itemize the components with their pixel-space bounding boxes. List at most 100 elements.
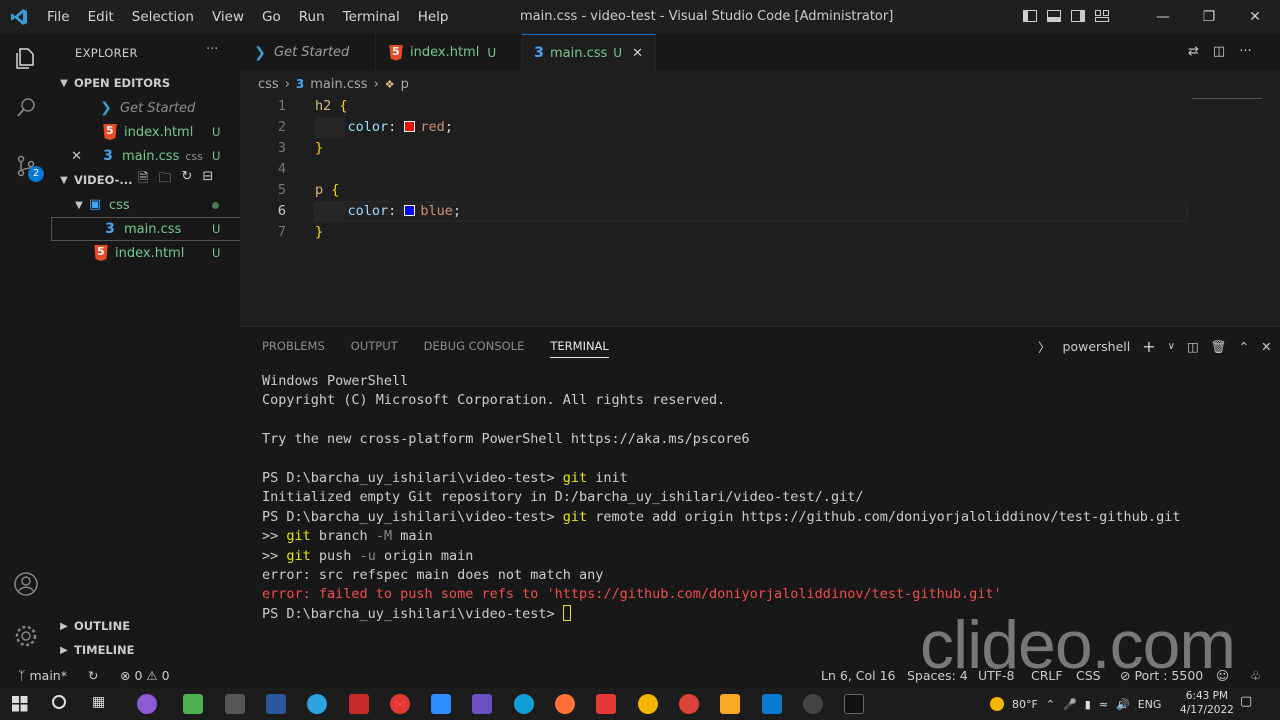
weather-icon[interactable]	[990, 697, 1004, 711]
menu-file[interactable]: File	[38, 9, 79, 25]
toggle-sidebar-icon[interactable]	[1022, 8, 1038, 24]
explorer-icon[interactable]	[10, 42, 42, 74]
language-indicator[interactable]: ENG	[1138, 698, 1162, 711]
code-editor[interactable]: 1 h2 { 2 color: red; 3 } 4 5 p { 6 color…	[240, 96, 1280, 326]
maximize-panel-icon[interactable]: ⌃	[1239, 339, 1249, 354]
breadcrumb-symbol[interactable]: p	[401, 77, 409, 92]
minimap[interactable]	[1192, 98, 1262, 102]
new-file-icon[interactable]: 🗎	[138, 169, 148, 191]
yandex-icon[interactable]	[390, 694, 410, 714]
app-icon[interactable]	[596, 694, 616, 714]
outline-section[interactable]: ▶ OUTLINE	[52, 615, 240, 637]
account-icon[interactable]	[10, 568, 42, 600]
language-mode[interactable]: CSS	[1076, 668, 1101, 683]
word-icon[interactable]	[266, 694, 286, 714]
search-circle-icon[interactable]	[52, 695, 66, 709]
close-icon[interactable]: ✕	[632, 46, 643, 61]
volume-icon[interactable]: 🔊	[1116, 698, 1130, 711]
live-server-port[interactable]: ⊘ Port : 5500	[1120, 668, 1203, 683]
restore-button[interactable]: ❐	[1186, 0, 1232, 34]
telegram-icon[interactable]	[307, 694, 327, 714]
customize-layout-icon[interactable]	[1094, 8, 1110, 24]
wifi-icon[interactable]: ≈	[1099, 698, 1108, 711]
search-icon[interactable]	[10, 92, 42, 124]
chevron-down-icon[interactable]: ∨	[1168, 341, 1175, 352]
chrome-icon[interactable]	[679, 694, 699, 714]
new-terminal-icon[interactable]: +	[1142, 337, 1155, 356]
tree-file-index-html[interactable]: index.html U	[52, 242, 240, 264]
settings-gear-icon[interactable]	[10, 620, 42, 652]
vscode-taskbar-icon[interactable]	[762, 694, 782, 714]
open-editor-item[interactable]: ❯ Get Started	[52, 97, 240, 119]
toggle-secondary-sidebar-icon[interactable]	[1070, 8, 1086, 24]
tab-debug-console[interactable]: DEBUG CONSOLE	[424, 339, 525, 358]
toggle-panel-icon[interactable]	[1046, 8, 1062, 24]
breadcrumb-folder[interactable]: css	[258, 77, 279, 92]
tab-index-html[interactable]: index.html U	[376, 34, 522, 71]
open-editor-item[interactable]: ✕ 3 main.css css U	[52, 145, 240, 167]
terminal-shell-name[interactable]: powershell	[1063, 339, 1131, 354]
color-swatch[interactable]	[404, 121, 416, 132]
close-window-button[interactable]: ✕	[1232, 0, 1278, 34]
timeline-section[interactable]: ▶ TIMELINE	[52, 639, 240, 661]
collapse-all-icon[interactable]: ⊟	[202, 169, 213, 191]
menu-selection[interactable]: Selection	[123, 9, 203, 25]
menu-go[interactable]: Go	[253, 9, 290, 25]
open-editor-item[interactable]: index.html U	[52, 121, 240, 143]
more-actions-icon[interactable]: ···	[1239, 44, 1251, 59]
color-swatch[interactable]	[404, 205, 416, 216]
terminal-app-icon[interactable]	[844, 694, 864, 714]
battery-icon[interactable]: ▮	[1085, 698, 1091, 711]
acrobat-icon[interactable]	[349, 694, 369, 714]
trash-icon[interactable]: 🗑	[1211, 339, 1227, 355]
camera-app-icon[interactable]	[225, 694, 245, 714]
weather-temp[interactable]: 80°F	[1012, 698, 1038, 711]
app-icon[interactable]	[183, 694, 203, 714]
open-editors-section[interactable]: ▼ OPEN EDITORS	[52, 72, 240, 94]
task-view-icon[interactable]: ▦	[92, 694, 105, 710]
close-panel-icon[interactable]: ✕	[1261, 339, 1271, 354]
workspace-folder-section[interactable]: ▼ VIDEO-... 🗎 🗀 ↻ ⊟	[52, 169, 240, 191]
cursor-position[interactable]: Ln 6, Col 16	[821, 668, 896, 683]
firefox-icon[interactable]	[555, 694, 575, 714]
windows-start-icon[interactable]	[12, 696, 28, 712]
tab-main-css[interactable]: 3 main.css U ✕	[522, 34, 656, 71]
edge-icon[interactable]	[514, 694, 534, 714]
app-icon[interactable]	[803, 694, 823, 714]
feedback-icon[interactable]: ☺	[1216, 668, 1229, 683]
app-icon[interactable]	[137, 694, 157, 714]
menu-run[interactable]: Run	[290, 9, 334, 25]
close-icon[interactable]: ✕	[52, 149, 82, 164]
split-editor-icon[interactable]: ◫	[1213, 44, 1225, 59]
open-changes-icon[interactable]: ⇄	[1188, 44, 1199, 59]
clock[interactable]: 6:43 PM 4/17/2022	[1180, 689, 1234, 717]
more-actions-icon[interactable]: ···	[206, 42, 218, 57]
sync-icon[interactable]: ↻	[88, 668, 98, 683]
refresh-icon[interactable]: ↻	[181, 169, 192, 191]
branch-status[interactable]: ᛉ main*	[18, 668, 67, 683]
app-icon[interactable]	[638, 694, 658, 714]
tab-terminal[interactable]: TERMINAL	[550, 339, 609, 358]
breadcrumb-file[interactable]: main.css	[310, 77, 367, 92]
tree-file-main-css[interactable]: 3 main.css U	[51, 217, 241, 241]
menu-view[interactable]: View	[203, 9, 253, 25]
tray-chevron-icon[interactable]: ⌃	[1046, 698, 1055, 711]
problems-status[interactable]: ⊗ 0 ⚠ 0	[120, 668, 170, 683]
tab-problems[interactable]: PROBLEMS	[262, 339, 325, 358]
menu-terminal[interactable]: Terminal	[334, 9, 409, 25]
indentation[interactable]: Spaces: 4	[907, 668, 968, 683]
app-icon[interactable]	[472, 694, 492, 714]
zoom-icon[interactable]	[431, 694, 451, 714]
tab-output[interactable]: OUTPUT	[351, 339, 398, 358]
split-terminal-icon[interactable]: ◫	[1187, 339, 1199, 354]
new-folder-icon[interactable]: 🗀	[158, 169, 171, 191]
file-explorer-icon[interactable]	[720, 694, 740, 714]
notifications-bell-icon[interactable]: ♧	[1250, 668, 1261, 683]
menu-edit[interactable]: Edit	[79, 9, 123, 25]
encoding[interactable]: UTF-8	[978, 668, 1014, 683]
line-ending[interactable]: CRLF	[1031, 668, 1063, 683]
menu-help[interactable]: Help	[409, 9, 458, 25]
tab-get-started[interactable]: ❯ Get Started	[240, 34, 376, 71]
notification-center-icon[interactable]: ▢	[1240, 694, 1252, 709]
tree-folder-css[interactable]: ▼ ▣ css	[52, 194, 240, 216]
